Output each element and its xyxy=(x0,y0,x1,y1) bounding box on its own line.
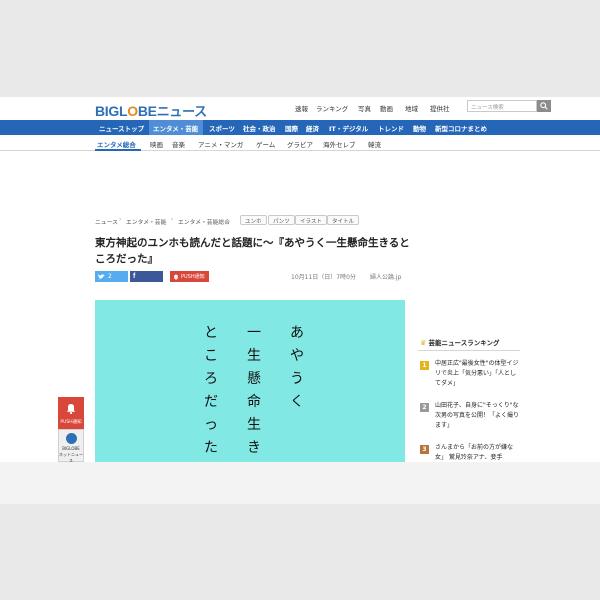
hero-text-column-2: 一生懸命生きる xyxy=(244,322,264,483)
article-date: 10月11日（日）7時0分 xyxy=(291,274,356,281)
subnav-overseas-celeb[interactable]: 海外セレブ xyxy=(323,139,356,149)
hero-char: う xyxy=(290,371,304,387)
rank-headline: 山田花子、自身に"そっくり"な次男の写真を公開！「よく撮ります」 xyxy=(435,402,520,429)
tag-illustration[interactable]: イラスト xyxy=(295,215,327,225)
nav-economy[interactable]: 経済 xyxy=(306,123,319,133)
subnav-korean[interactable]: 韓流 xyxy=(368,139,381,149)
sub-nav: エンタメ総合 映画 音楽 アニメ・マンガ ゲーム グラビア 海外セレブ 韓流 xyxy=(0,136,600,151)
subnav-active-underline xyxy=(95,149,141,151)
util-link-providers[interactable]: 提供社 xyxy=(430,103,450,113)
subnav-anime-manga[interactable]: アニメ・マンガ xyxy=(198,139,243,149)
nav-international[interactable]: 国際 xyxy=(285,123,298,133)
logo-text-2: O xyxy=(127,103,138,119)
nav-entertainment[interactable]: エンタメ・芸能 xyxy=(153,123,198,133)
hero-char: 生 xyxy=(247,348,261,364)
hero-char: 一 xyxy=(247,325,261,341)
tag-title[interactable]: タイトル xyxy=(327,215,360,225)
crown-icon: ♛ xyxy=(420,339,427,347)
nav-it-digital[interactable]: IT・デジタル xyxy=(329,123,368,133)
subnav-ent-general[interactable]: エンタメ総合 xyxy=(97,139,136,149)
facebook-icon: f xyxy=(133,273,136,280)
subnav-gravure[interactable]: グラビア xyxy=(287,139,313,149)
page-bottom-strip xyxy=(0,462,600,504)
twitter-icon xyxy=(98,273,105,279)
util-link-breaking[interactable]: 速報 xyxy=(295,103,308,113)
nav-sports[interactable]: スポーツ xyxy=(209,123,235,133)
util-link-video[interactable]: 動画 xyxy=(380,103,393,113)
ranking-divider xyxy=(418,350,520,351)
facebook-share-button[interactable]: f xyxy=(130,271,163,282)
hero-char: や xyxy=(290,348,304,364)
breadcrumb-separator: › xyxy=(171,217,174,223)
hero-char: く xyxy=(290,394,304,410)
ranking-heading-text: 芸能ニュースランキング xyxy=(428,339,500,347)
hero-char: と xyxy=(204,325,218,341)
hero-char: あ xyxy=(290,325,304,341)
hero-char: だ xyxy=(204,394,218,410)
twitter-share-count: 2 xyxy=(108,273,112,280)
article-source[interactable]: 婦人公論.jp xyxy=(370,272,401,281)
breadcrumb-separator: › xyxy=(119,217,122,223)
breadcrumb-news[interactable]: ニュース xyxy=(95,217,118,226)
biglobe-news-widget[interactable]: BIGLOBE ネットニュース xyxy=(58,429,84,463)
subnav-games[interactable]: ゲーム xyxy=(256,139,275,149)
nav-society[interactable]: 社会・政治 xyxy=(243,123,276,133)
push-notify-widget[interactable]: PUSH通知 xyxy=(58,397,84,429)
rank-badge: 2 xyxy=(420,403,429,412)
search-icon xyxy=(540,102,548,110)
logo-text-suffix: ニュース xyxy=(156,104,207,119)
twitter-share-button[interactable]: 2 xyxy=(95,271,128,282)
nav-animals[interactable]: 動物 xyxy=(413,123,426,133)
hero-char: き xyxy=(247,440,261,456)
tag-yunho[interactable]: ユンホ xyxy=(240,215,267,225)
nav-trend[interactable]: トレンド xyxy=(378,123,404,133)
nav-news-top[interactable]: ニューストップ xyxy=(99,123,144,133)
push-widget-label: PUSH通知 xyxy=(60,420,82,425)
rank-badge: 1 xyxy=(420,361,429,370)
tag-pants[interactable]: パンツ xyxy=(268,215,295,225)
hero-char: ろ xyxy=(204,371,218,387)
article-title: 東方神起のユンホも読んだと話題に〜『あやうく一生懸命生きるところだった』 xyxy=(95,237,410,265)
bell-icon xyxy=(66,404,76,414)
ranking-heading: ♛ 芸能ニュースランキング xyxy=(420,337,500,347)
hero-char: 懸 xyxy=(247,371,261,387)
util-link-region[interactable]: 地域 xyxy=(405,103,418,113)
browser-page: BIGLOBEニュース 速報 ランキング 写真 動画 地域 提供社 ニュース検索… xyxy=(0,97,600,504)
push-notify-label: PUSH通知 xyxy=(181,274,205,280)
hero-char: こ xyxy=(204,348,218,364)
rank-headline: 中居正広"最後女性"の体型イジリで炎上「気分悪い」「人としてダメ」 xyxy=(435,360,519,387)
hero-char: 命 xyxy=(247,394,261,410)
widget-label-brand: BIGLOBE xyxy=(62,446,80,451)
subnav-music[interactable]: 音楽 xyxy=(172,139,185,149)
util-link-ranking[interactable]: ランキング xyxy=(316,103,348,113)
hero-char: た xyxy=(204,440,218,456)
hero-char: っ xyxy=(204,417,218,433)
breadcrumb-ent-general[interactable]: エンタメ・芸能総合 xyxy=(178,217,230,226)
nav-covid[interactable]: 新型コロナまとめ xyxy=(435,123,487,133)
breadcrumb-entertainment[interactable]: エンタメ・芸能 xyxy=(126,217,166,226)
util-link-photo[interactable]: 写真 xyxy=(358,103,371,113)
subnav-movies[interactable]: 映画 xyxy=(150,139,163,149)
hero-text-column-1: あやうく xyxy=(287,322,307,414)
app-icon xyxy=(66,433,77,444)
main-nav: ニューストップ エンタメ・芸能 スポーツ 社会・政治 国際 経済 IT・デジタル… xyxy=(0,120,600,135)
rank-headline: さんまから「お前の方が嫌な女」 鷲見玲奈アナ、妾手 xyxy=(435,444,514,461)
search-input[interactable]: ニュース検索 xyxy=(467,100,537,112)
search-button[interactable] xyxy=(537,100,551,112)
hero-text-column-3: ところだった xyxy=(201,322,221,460)
rank-badge: 3 xyxy=(420,445,429,454)
hero-char: 生 xyxy=(247,417,261,433)
logo-text-3: BE xyxy=(137,103,157,119)
logo-text-1: BIGL xyxy=(95,103,128,119)
push-notify-button[interactable]: PUSH通知 xyxy=(170,271,209,282)
biglobe-logo[interactable]: BIGLOBEニュース xyxy=(95,101,207,120)
bell-icon xyxy=(173,274,179,280)
